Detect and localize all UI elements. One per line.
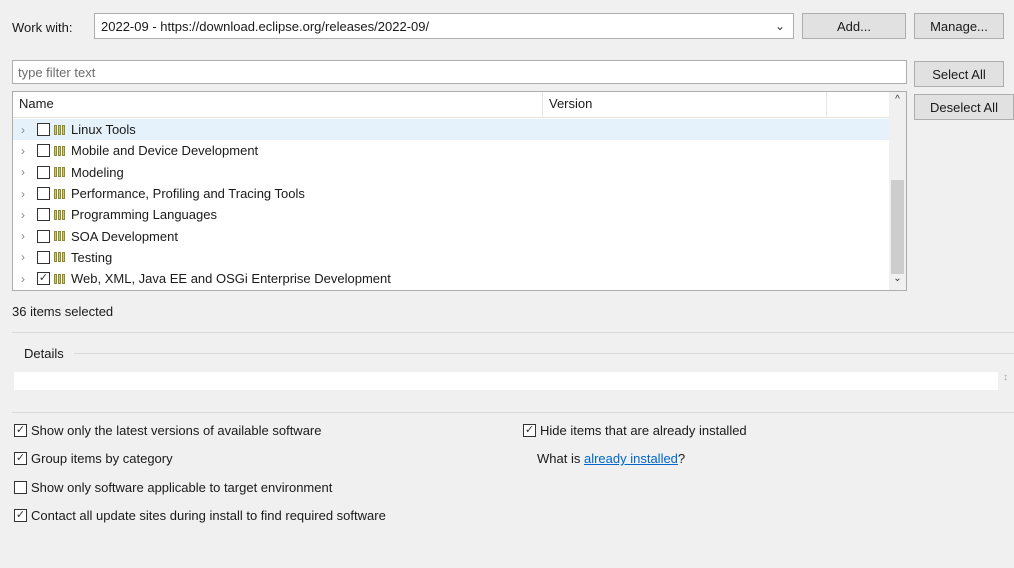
- details-label: Details: [24, 346, 64, 361]
- option-target-environment[interactable]: Show only software applicable to target …: [14, 480, 332, 495]
- option-group-by-category[interactable]: ✓ Group items by category: [14, 451, 173, 466]
- expand-arrow-icon[interactable]: ›: [21, 229, 33, 243]
- expand-arrow-icon[interactable]: ›: [21, 250, 33, 264]
- divider: [12, 332, 1014, 333]
- what-is-installed-prefix: What is: [537, 451, 584, 466]
- what-is-installed-suffix: ?: [677, 451, 686, 466]
- option-target-environment-label: Show only software applicable to target …: [31, 480, 333, 495]
- package-icon: [54, 209, 66, 220]
- scroll-up-icon[interactable]: ^: [889, 94, 906, 111]
- tree-row[interactable]: › Modeling: [13, 162, 889, 183]
- tree-row[interactable]: › Linux Tools: [13, 119, 889, 141]
- checkbox-icon[interactable]: [37, 229, 50, 243]
- details-text-area[interactable]: [14, 372, 998, 390]
- scrollbar-thumb[interactable]: [891, 180, 904, 274]
- work-with-combo[interactable]: 2022-09 - https://download.eclipse.org/r…: [94, 13, 794, 39]
- tree-row[interactable]: › Performance, Profiling and Tracing Tool…: [13, 183, 889, 204]
- tree-row-label: SOA Development: [71, 228, 178, 244]
- column-header-version[interactable]: Version: [543, 92, 827, 118]
- expand-arrow-icon[interactable]: ›: [21, 165, 33, 179]
- checkbox-icon[interactable]: ✓: [14, 424, 27, 437]
- expand-arrow-icon[interactable]: ›: [21, 208, 33, 222]
- tree-row-label: Programming Languages: [71, 207, 217, 223]
- option-latest-versions[interactable]: ✓ Show only the latest versions of avail…: [14, 423, 322, 438]
- manage-button[interactable]: Manage...: [914, 13, 1004, 39]
- checkbox-icon[interactable]: [37, 123, 50, 137]
- selection-status: 36 items selected: [12, 304, 114, 319]
- chevron-down-icon[interactable]: ⌄: [773, 19, 787, 33]
- checkbox-icon[interactable]: ✓: [523, 424, 536, 437]
- checkbox-icon[interactable]: [37, 250, 50, 264]
- tree-row[interactable]: › Programming Languages: [13, 204, 889, 225]
- tree-row-label: Web, XML, Java EE and OSGi Enterprise De…: [71, 271, 391, 287]
- checkbox-icon[interactable]: ✓: [14, 509, 27, 522]
- checkbox-icon[interactable]: [14, 481, 27, 494]
- tree-row-label: Mobile and Device Development: [71, 143, 259, 159]
- package-icon: [54, 124, 66, 135]
- details-group-line: [74, 353, 1014, 354]
- select-all-button[interactable]: Select All: [914, 61, 1004, 87]
- already-installed-link[interactable]: already installed: [584, 451, 678, 466]
- deselect-all-button[interactable]: Deselect All: [914, 94, 1014, 120]
- checkbox-icon[interactable]: ✓: [14, 452, 27, 465]
- option-hide-installed-label: Hide items that are already installed: [540, 423, 747, 438]
- option-contact-update-sites[interactable]: ✓ Contact all update sites during instal…: [14, 508, 386, 523]
- package-icon: [54, 167, 66, 178]
- divider: [12, 412, 1014, 413]
- tree-row[interactable]: › Testing: [13, 247, 889, 268]
- option-hide-installed[interactable]: ✓ Hide items that are already installed: [523, 423, 747, 438]
- filter-input[interactable]: [12, 60, 907, 84]
- checkbox-icon[interactable]: [37, 165, 50, 179]
- package-icon: [54, 145, 66, 156]
- tree-row-label: Testing: [71, 249, 113, 265]
- checkbox-icon[interactable]: [37, 144, 50, 158]
- expand-arrow-icon[interactable]: ›: [21, 144, 33, 158]
- tree-row-label: Modeling: [71, 164, 124, 180]
- tree-scrollbar[interactable]: ^ ⌄: [889, 92, 906, 290]
- checkbox-icon[interactable]: [37, 208, 50, 222]
- tree-row[interactable]: › SOA Development: [13, 225, 889, 246]
- tree-row-label: Linux Tools: [71, 122, 136, 138]
- tree-row[interactable]: › Mobile and Device Development: [13, 140, 889, 161]
- column-header-name[interactable]: Name: [13, 92, 543, 118]
- tree-header: Name Version: [13, 92, 889, 118]
- software-tree[interactable]: Name Version › Linux Tools › Mobile and Dev…: [12, 91, 907, 291]
- scroll-down-icon[interactable]: ⌄: [889, 273, 906, 290]
- tree-row[interactable]: › ✓ Web, XML, Java EE and OSGi Enterprise …: [13, 268, 889, 289]
- package-icon: [54, 273, 66, 284]
- tree-row-label: Performance, Profiling and Tracing Tools: [71, 186, 305, 202]
- option-contact-update-sites-label: Contact all update sites during install …: [31, 508, 386, 523]
- add-button[interactable]: Add...: [802, 13, 906, 39]
- expand-arrow-icon[interactable]: ›: [21, 272, 33, 286]
- checkbox-icon[interactable]: [37, 187, 50, 201]
- option-latest-versions-label: Show only the latest versions of availab…: [31, 423, 322, 438]
- checkbox-icon[interactable]: ✓: [37, 272, 50, 286]
- column-header-extra[interactable]: [827, 92, 889, 118]
- details-resize-icon[interactable]: ↕: [1003, 372, 1008, 383]
- package-icon: [54, 252, 66, 263]
- tree-rows: › Linux Tools › Mobile and Device Developme…: [13, 119, 889, 289]
- package-icon: [54, 188, 66, 199]
- what-is-installed: What is already installed ?: [537, 451, 685, 466]
- work-with-value: 2022-09 - https://download.eclipse.org/r…: [101, 18, 430, 34]
- expand-arrow-icon[interactable]: ›: [21, 187, 33, 201]
- package-icon: [54, 231, 66, 242]
- work-with-label: Work with:: [12, 20, 73, 35]
- option-group-by-category-label: Group items by category: [31, 451, 173, 466]
- expand-arrow-icon[interactable]: ›: [21, 123, 33, 137]
